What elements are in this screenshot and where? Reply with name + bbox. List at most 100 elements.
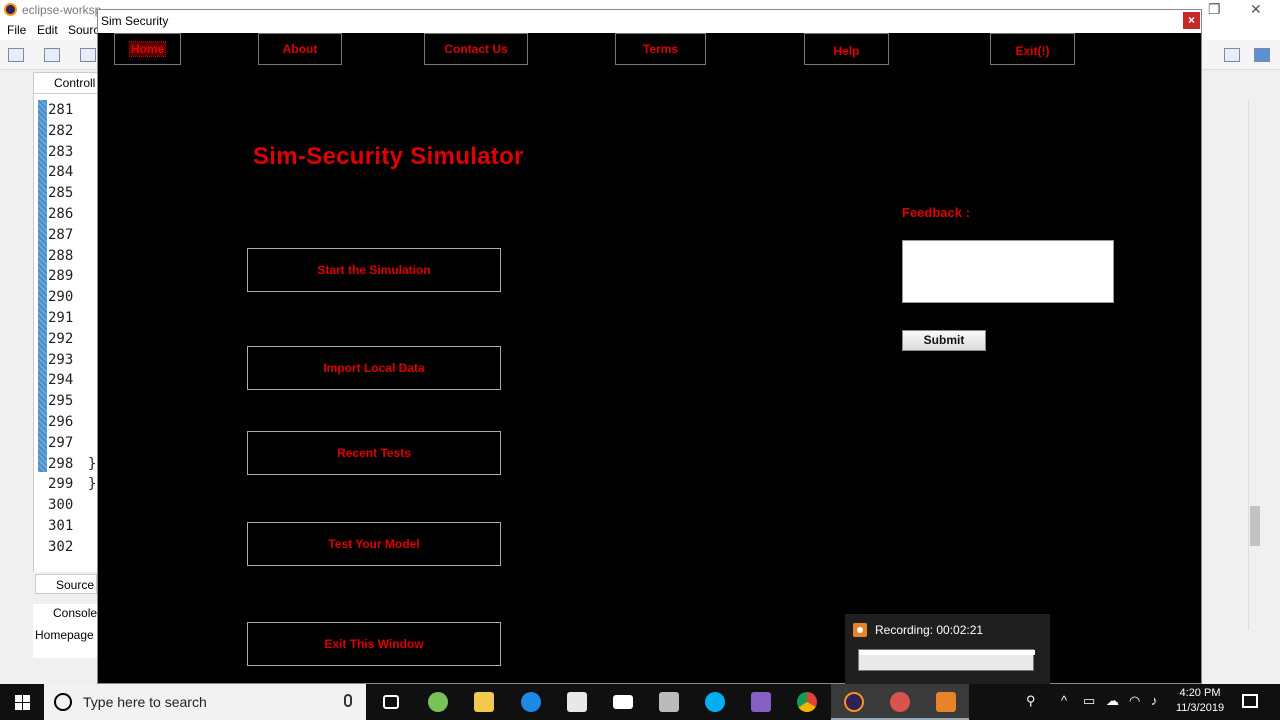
console-tab[interactable]: Console (53, 606, 97, 620)
eclipse-title: eclipse-worksp (22, 3, 102, 17)
menu-edit[interactable]: Edit (37, 23, 58, 37)
battery-icon[interactable]: ▭ (1083, 693, 1095, 709)
test-your-model-button[interactable]: Test Your Model (247, 522, 501, 566)
recording-thumbnail (858, 649, 1035, 671)
recorder-icon (936, 692, 956, 712)
system-clock[interactable]: 4:20 PM 11/3/2019 (1170, 686, 1230, 716)
taskbar-app-chrome[interactable] (784, 684, 830, 720)
window-title: Sim Security (101, 14, 169, 28)
mail-icon (613, 695, 633, 709)
taskbar-app-java[interactable] (877, 684, 923, 720)
line-number: 298 (48, 455, 74, 472)
app-title: Sim-Security Simulator (253, 143, 524, 170)
close-icon[interactable]: ✕ (1250, 1, 1262, 18)
line-number: 300 (48, 497, 74, 514)
recording-label: Recording: (875, 623, 934, 637)
menu-source[interactable]: Sourc (68, 23, 99, 37)
java-icon (890, 692, 910, 712)
editor-ruler (38, 100, 47, 472)
clock-time: 4:20 PM (1179, 687, 1221, 699)
line-number: 287 (48, 226, 74, 243)
console-text: Homepage ( (35, 628, 102, 642)
taskbar-app-store[interactable] (554, 684, 600, 720)
nav-help-button[interactable]: Help (804, 33, 889, 65)
nav-terms-button[interactable]: Terms (615, 33, 706, 65)
nav-contact-button[interactable]: Contact Us (424, 33, 528, 65)
start-simulation-button[interactable]: Start the Simulation (247, 248, 501, 292)
taskbar-app-recorder[interactable] (923, 684, 969, 720)
database-tool-icon (659, 692, 679, 712)
recording-time: 00:02:21 (936, 623, 984, 637)
nav-about-button[interactable]: About (258, 33, 342, 65)
menu-file[interactable]: File (7, 23, 26, 37)
taskbar-app-mail[interactable] (600, 684, 646, 720)
restore-icon[interactable]: ❐ (1208, 1, 1221, 18)
code-brace: } (88, 476, 97, 493)
submit-button[interactable]: Submit (902, 330, 986, 351)
exit-window-button[interactable]: Exit This Window (247, 622, 501, 666)
people-icon[interactable]: ⚲ (1026, 693, 1036, 709)
line-number: 285 (48, 185, 74, 202)
taskbar-app-eclipse[interactable] (831, 684, 877, 720)
scrollbar[interactable] (1248, 100, 1262, 630)
java-perspective-icon[interactable] (1254, 48, 1270, 62)
notification-icon[interactable] (1242, 694, 1258, 708)
line-number: 289 (48, 268, 74, 285)
eclipse-icon (4, 3, 17, 16)
skype-icon (705, 692, 725, 712)
store-icon (567, 692, 587, 712)
close-icon[interactable]: × (1183, 12, 1200, 29)
console-view: Console Homepage ( (33, 604, 103, 658)
perspective-icon[interactable] (1224, 48, 1240, 62)
import-local-data-button[interactable]: Import Local Data (247, 346, 501, 390)
line-number: 283 (48, 143, 74, 160)
line-number: 281 (48, 102, 74, 118)
line-number: 296 (48, 414, 74, 430)
volume-icon[interactable]: ♪ (1151, 693, 1158, 708)
chrome-icon (797, 692, 817, 712)
visual-studio-icon (751, 692, 771, 712)
source-tab[interactable]: Source (35, 574, 97, 594)
nav-home-label: Home (128, 41, 167, 57)
save-icon[interactable] (80, 48, 96, 62)
wifi-icon[interactable]: ◠ (1129, 693, 1140, 709)
taskbar-search[interactable]: Type here to search (44, 684, 366, 720)
search-placeholder: Type here to search (83, 694, 207, 710)
taskbar-app-edge[interactable] (508, 684, 554, 720)
recording-popup[interactable]: Recording: 00:02:21 (845, 614, 1050, 684)
line-number: 293 (48, 351, 74, 368)
new-package-icon[interactable] (44, 48, 60, 62)
recording-status: Recording: 00:02:21 (875, 623, 983, 637)
show-hidden-icons-icon[interactable]: ^ (1061, 693, 1067, 708)
line-number: 284 (48, 164, 74, 181)
taskbar-app-visual-studio[interactable] (738, 684, 784, 720)
line-number: 299 (48, 476, 74, 493)
clock-date: 11/3/2019 (1175, 702, 1225, 714)
line-number: 290 (48, 289, 74, 306)
line-number: 282 (48, 122, 74, 139)
task-view-button[interactable] (368, 684, 414, 720)
feedback-textarea[interactable] (902, 240, 1114, 303)
scrollbar-thumb[interactable] (1250, 506, 1260, 546)
taskbar-app-sql[interactable] (646, 684, 692, 720)
onedrive-icon[interactable]: ☁ (1106, 693, 1119, 709)
new-icon[interactable] (8, 48, 24, 62)
line-number: 297 (48, 434, 74, 451)
window-titlebar: Sim Security × (98, 10, 1201, 33)
nav-exit-button[interactable]: Exit(!) (990, 33, 1075, 65)
line-number: 291 (48, 310, 74, 326)
microphone-icon[interactable] (344, 694, 352, 707)
line-number: 292 (48, 330, 74, 347)
android-studio-icon (428, 692, 448, 712)
line-number: 286 (48, 206, 74, 222)
nav-home-button[interactable]: Home (114, 33, 181, 65)
taskbar-app-android-studio[interactable] (415, 684, 461, 720)
start-button[interactable] (0, 684, 44, 720)
eclipse-right-panel (1202, 72, 1280, 658)
taskbar-app-skype[interactable] (692, 684, 738, 720)
eclipse-left-trim (0, 72, 30, 592)
recent-tests-button[interactable]: Recent Tests (247, 431, 501, 475)
editor-tab[interactable]: Controll (33, 72, 103, 94)
folder-icon (474, 692, 494, 712)
taskbar-app-file-explorer[interactable] (461, 684, 507, 720)
